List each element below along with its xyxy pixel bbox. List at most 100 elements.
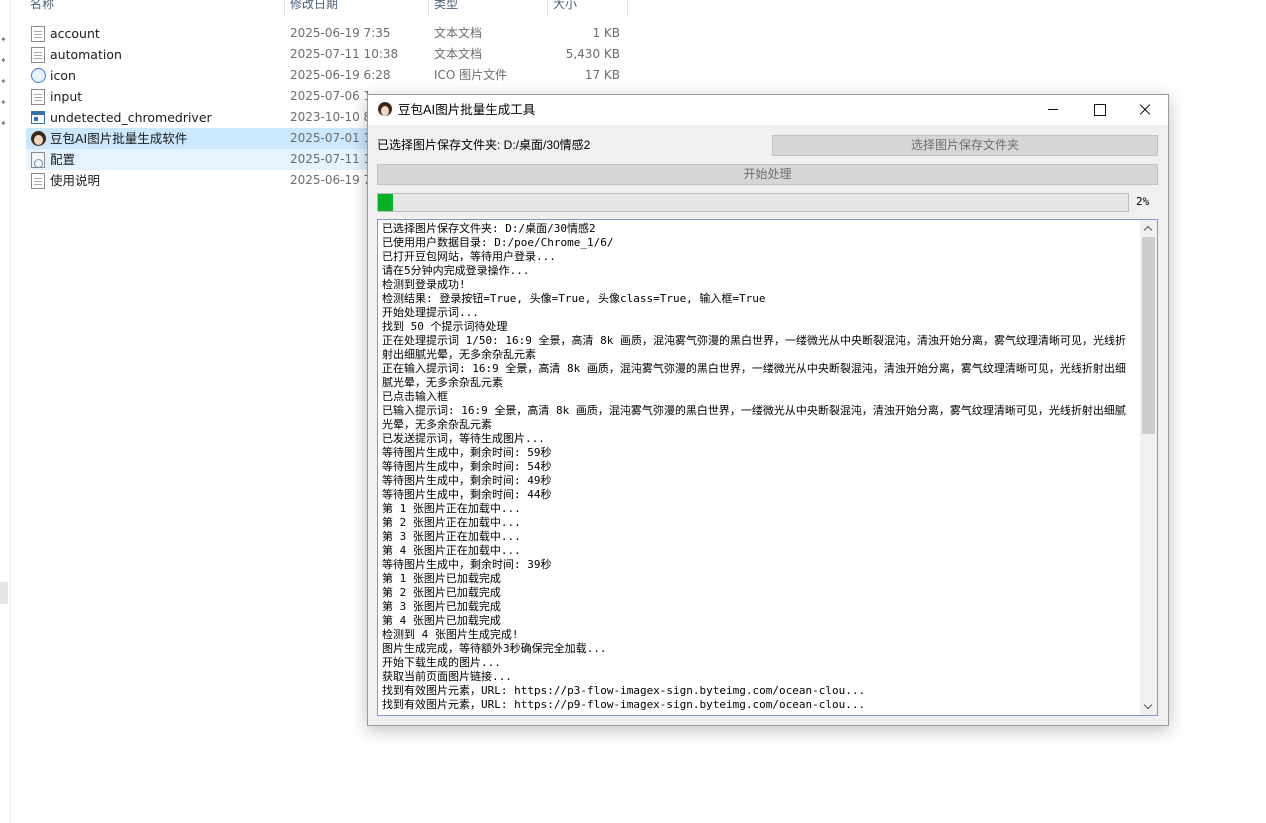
maximize-button[interactable] — [1076, 95, 1122, 125]
log-line: 图片生成完成，等待额外3秒确保完全加载... — [382, 642, 607, 655]
log-line: 检测结果: 登录按钮=True, 头像=True, 头像class=True, … — [382, 292, 766, 305]
progress-percent: 2% — [1136, 195, 1150, 208]
log-line: 第 1 张图片正在加载中... — [382, 502, 521, 515]
navigation-pane-edge — [10, 0, 11, 823]
log-line: 第 2 张图片已加载完成 — [382, 586, 501, 599]
log-line: 第 1 张图片已加载完成 — [382, 572, 501, 585]
file-date: 2025-06-19 6:28 — [290, 68, 391, 82]
log-line: 等待图片生成中，剩余时间: 39秒 — [382, 558, 552, 571]
column-separator[interactable] — [627, 0, 628, 16]
log-line: 找到有效图片元素，URL: https://p9-flow-imagex-sig… — [382, 698, 866, 711]
file-size: 5,430 KB — [565, 47, 620, 61]
start-processing-button[interactable]: 开始处理 — [377, 164, 1158, 185]
log-scrollbar[interactable] — [1140, 220, 1157, 715]
log-line: 检测到登录成功! — [382, 278, 466, 291]
file-date: 2025-07-11 1 — [290, 152, 372, 166]
log-line: 第 4 张图片正在加载中... — [382, 544, 521, 557]
app-window: 豆包AI图片批量生成工具 已选择图片保存文件夹: D:/桌面/30情感2 选择图… — [367, 94, 1169, 726]
log-lines: 已选择图片保存文件夹: D:/桌面/30情感2 已使用用户数据目录: D:/poe… — [382, 222, 1134, 715]
file-name: undetected_chromedriver — [50, 110, 212, 125]
log-line: 等待图片生成中，剩余时间: 49秒 — [382, 474, 552, 487]
file-name: input — [50, 89, 83, 104]
column-separator[interactable] — [547, 0, 548, 16]
window-title: 豆包AI图片批量生成工具 — [398, 102, 536, 117]
close-button[interactable] — [1122, 95, 1168, 125]
file-size: 1 KB — [592, 26, 620, 40]
column-header-name[interactable]: 名称 — [30, 0, 54, 14]
minimize-button[interactable] — [1030, 95, 1076, 125]
log-line: 等待图片生成中，剩余时间: 54秒 — [382, 460, 552, 473]
log-line: 第 3 张图片正在加载中... — [382, 530, 521, 543]
column-header-date[interactable]: 修改日期 — [290, 0, 338, 14]
text-document-icon — [31, 173, 45, 189]
pin-icon[interactable]: ✦ — [0, 36, 8, 44]
file-row[interactable]: automation 2025-07-11 10:38 文本文档 5,430 K… — [26, 44, 626, 65]
log-line: 获取当前页面图片链接... — [382, 670, 512, 683]
log-line: 已输入提示词: 16:9 全景，高清 8k 画质，混沌雾气弥漫的黑白世界，一缕微… — [382, 404, 1126, 431]
file-date: 2025-07-01 1 — [290, 131, 372, 145]
log-line: 第 3 张图片已加载完成 — [382, 600, 501, 613]
text-document-icon — [31, 26, 45, 42]
column-header-size[interactable]: 大小 — [553, 0, 577, 14]
file-date: 2025-07-06 1 — [290, 89, 372, 103]
column-header-type[interactable]: 类型 — [434, 0, 458, 14]
pin-icon[interactable]: ✦ — [0, 78, 8, 86]
log-output[interactable]: 已选择图片保存文件夹: D:/桌面/30情感2 已使用用户数据目录: D:/poe… — [377, 219, 1158, 716]
log-line: 第 2 张图片正在加载中... — [382, 516, 521, 529]
log-line: 等待图片生成中，剩余时间: 44秒 — [382, 488, 552, 501]
log-line: 找到 50 个提示词待处理 — [382, 320, 508, 333]
file-type: ICO 图片文件 — [434, 68, 508, 82]
file-name: 配置 — [50, 152, 76, 167]
scroll-down-arrow-icon[interactable] — [1140, 698, 1157, 715]
settings-file-icon — [31, 152, 45, 168]
column-separator[interactable] — [284, 0, 285, 16]
navigation-scrollbar[interactable] — [0, 582, 8, 604]
file-name: automation — [50, 47, 122, 62]
text-document-icon — [31, 89, 45, 105]
log-line: 等待图片生成中，剩余时间: 59秒 — [382, 446, 552, 459]
file-row[interactable]: icon 2025-06-19 6:28 ICO 图片文件 17 KB — [26, 65, 626, 86]
log-line: 请在5分钟内完成登录操作... — [382, 264, 530, 277]
choose-folder-button[interactable]: 选择图片保存文件夹 — [772, 135, 1158, 156]
log-line: 已使用用户数据目录: D:/poe/Chrome_1/6/ — [382, 236, 614, 249]
title-bar[interactable]: 豆包AI图片批量生成工具 — [368, 95, 1168, 125]
log-line: 开始处理提示词... — [382, 306, 479, 319]
selected-folder-label: 已选择图片保存文件夹: D:/桌面/30情感2 — [377, 138, 591, 152]
log-line: 正在输入提示词: 16:9 全景，高清 8k 画质，混沌雾气弥漫的黑白世界，一缕… — [382, 362, 1126, 389]
file-name: icon — [50, 68, 76, 83]
scroll-thumb[interactable] — [1142, 237, 1155, 434]
log-line: 已发送提示词，等待生成图片... — [382, 432, 545, 445]
scroll-up-arrow-icon[interactable] — [1140, 220, 1157, 237]
log-line: 找到有效图片元素，URL: https://p3-flow-imagex-sig… — [382, 684, 866, 697]
log-line: 第 4 张图片已加载完成 — [382, 614, 501, 627]
log-line: 已选择图片保存文件夹: D:/桌面/30情感2 — [382, 222, 596, 235]
file-list-header: 名称 修改日期 类型 大小 — [0, 0, 640, 16]
pin-icon[interactable]: ✦ — [0, 120, 8, 128]
ico-file-icon — [31, 68, 46, 83]
file-size: 17 KB — [584, 68, 620, 82]
file-date: 2025-06-19 7:35 — [290, 26, 391, 40]
file-date: 2025-07-11 10:38 — [290, 47, 399, 61]
log-line: 已打开豆包网站，等待用户登录... — [382, 250, 556, 263]
app-avatar-icon — [31, 131, 46, 146]
file-type: 文本文档 — [434, 26, 483, 40]
progress-bar-fill — [378, 194, 393, 211]
app-avatar-icon — [378, 102, 392, 118]
log-line: 正在处理提示词 1/50: 16:9 全景，高清 8k 画质，混沌雾气弥漫的黑白… — [382, 334, 1126, 361]
file-name: account — [50, 26, 100, 41]
pin-icon[interactable]: ✦ — [0, 99, 8, 107]
log-line: 检测到 4 张图片生成完成! — [382, 628, 519, 641]
file-name: 使用说明 — [50, 173, 101, 188]
file-date: 2023-10-10 8 — [290, 110, 372, 124]
log-line: 已点击输入框 — [382, 390, 448, 403]
log-line: 开始下载生成的图片... — [382, 656, 501, 669]
column-separator[interactable] — [428, 0, 429, 16]
file-name: 豆包AI图片批量生成软件 — [50, 131, 188, 146]
application-icon — [31, 111, 45, 124]
file-date: 2025-06-19 7 — [290, 173, 372, 187]
file-row[interactable]: account 2025-06-19 7:35 文本文档 1 KB — [26, 23, 626, 44]
progress-bar — [377, 193, 1129, 212]
file-type: 文本文档 — [434, 47, 483, 61]
text-document-icon — [31, 47, 45, 63]
pin-icon[interactable]: ✦ — [0, 57, 8, 65]
